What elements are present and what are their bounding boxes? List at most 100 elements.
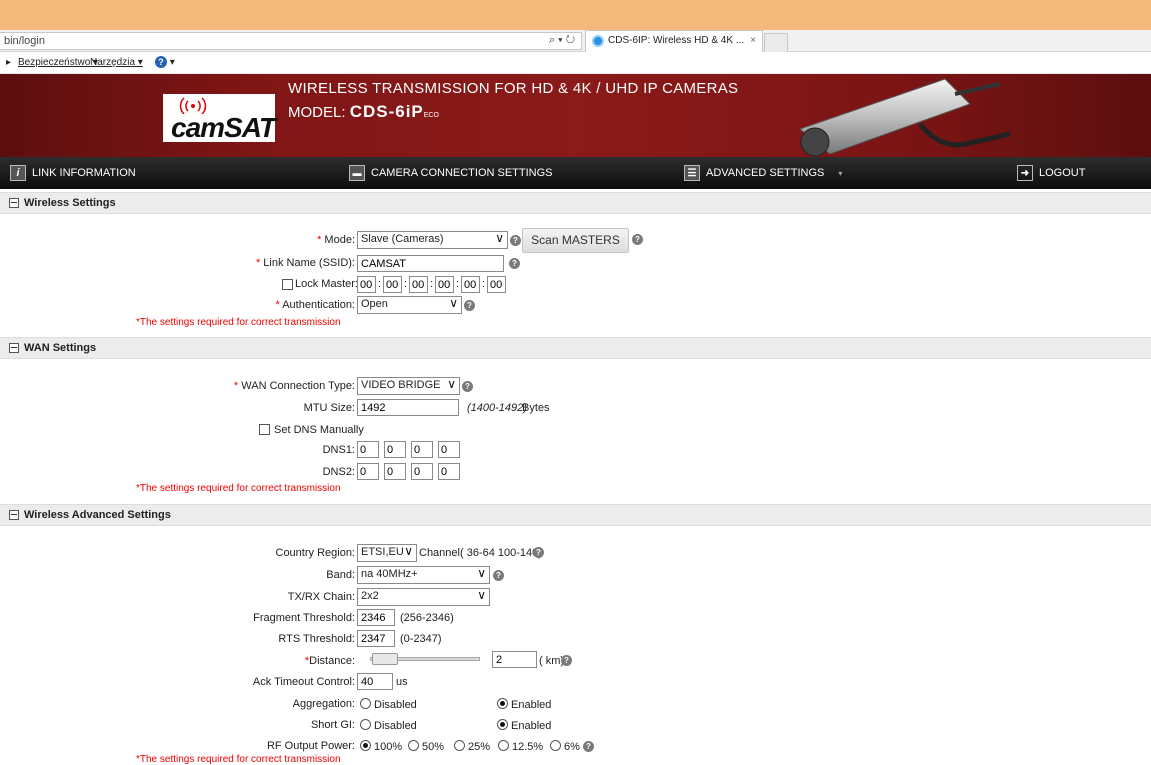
mac-octet-3[interactable]: [409, 276, 428, 293]
address-search-refresh-icon[interactable]: ⌕ ▾ ↻: [549, 34, 575, 47]
browser-toolbar: bin/login ⌕ ▾ ↻: [0, 30, 1151, 52]
mac-octet-1[interactable]: [357, 276, 376, 293]
help-icon[interactable]: ?: [632, 234, 643, 245]
help-icon[interactable]: ?: [583, 741, 594, 752]
wan-type-select[interactable]: VIDEO BRIDGE ∨: [357, 377, 460, 395]
ssid-input[interactable]: [357, 255, 504, 272]
rf-6-radio[interactable]: [550, 740, 561, 751]
mac-octet-6[interactable]: [487, 276, 506, 293]
mac-octet-5[interactable]: [461, 276, 480, 293]
menu-tools[interactable]: Narzędzia ▾: [90, 57, 143, 68]
nav-logout[interactable]: ➜ LOGOUT: [1017, 165, 1085, 181]
wireless-advanced-header[interactable]: Wireless Advanced Settings: [0, 504, 1151, 526]
dns2-octet-3[interactable]: [411, 463, 433, 480]
nav-link-information[interactable]: i LINK INFORMATION: [10, 165, 136, 181]
chevron-down-icon: ∨: [477, 588, 486, 602]
distance-slider-handle[interactable]: [372, 653, 399, 665]
channel-text: Channel( 36-64 100-140): [419, 547, 542, 559]
collapse-icon[interactable]: [9, 510, 19, 520]
dns1-octet-1[interactable]: [357, 441, 379, 458]
dns2-label: DNS2:: [322, 466, 355, 478]
help-icon[interactable]: ?: [510, 235, 521, 246]
menu-security[interactable]: Bezpieczeństwo ▾: [18, 57, 98, 68]
browser-tab-active[interactable]: CDS-6IP: Wireless HD & 4K ... ×: [585, 30, 763, 52]
new-tab-button[interactable]: [764, 33, 788, 52]
section-title: WAN Settings: [24, 342, 97, 354]
wireless-settings-header[interactable]: Wireless Settings: [0, 192, 1151, 214]
mode-select[interactable]: Slave (Cameras) ∨: [357, 231, 508, 249]
nav-advanced-settings[interactable]: ☰ ADVANCED SETTINGS ▾: [684, 165, 842, 181]
band-select[interactable]: na 40MHz+ ∨: [357, 566, 490, 584]
mtu-unit: Bytes: [522, 402, 550, 414]
help-menu[interactable]: ? ▾: [155, 56, 175, 68]
camsat-logo: camSAT: [163, 94, 276, 143]
wan-settings-header[interactable]: WAN Settings: [0, 337, 1151, 359]
rts-label: RTS Threshold:: [278, 633, 355, 645]
collapse-icon[interactable]: [9, 198, 19, 208]
mtu-range: (1400-1492): [467, 402, 527, 414]
nav-label: CAMERA CONNECTION SETTINGS: [371, 167, 553, 179]
aggregation-disabled-radio[interactable]: [360, 698, 371, 709]
short-gi-disabled-radio[interactable]: [360, 719, 371, 730]
separator: :: [378, 278, 382, 290]
chain-label: TX/RX Chain:: [287, 591, 355, 603]
dns1-octet-4[interactable]: [438, 441, 460, 458]
nav-label: ADVANCED SETTINGS: [706, 167, 825, 179]
rts-input[interactable]: [357, 630, 395, 647]
mac-octet-2[interactable]: [383, 276, 402, 293]
address-bar[interactable]: bin/login ⌕ ▾ ↻: [0, 32, 582, 50]
required-note: *The settings required for correct trans…: [136, 754, 341, 765]
help-icon[interactable]: ?: [509, 258, 520, 269]
set-dns-checkbox[interactable]: [259, 424, 270, 435]
aggregation-enabled-radio[interactable]: [497, 698, 508, 709]
rf-100-radio[interactable]: [360, 740, 371, 751]
radio-label: 25%: [468, 741, 491, 753]
mtu-label: MTU Size:: [303, 402, 355, 414]
country-select[interactable]: ETSI,EU ∨: [357, 544, 417, 562]
fragment-input[interactable]: [357, 609, 395, 626]
nav-camera-connection[interactable]: ▬ CAMERA CONNECTION SETTINGS: [349, 165, 553, 181]
chevron-down-icon: ∨: [447, 377, 456, 391]
separator: :: [456, 278, 460, 290]
section-title: Wireless Advanced Settings: [24, 509, 171, 521]
radio-label: 50%: [422, 741, 445, 753]
help-icon[interactable]: ?: [561, 655, 572, 666]
separator: :: [482, 278, 486, 290]
mtu-input[interactable]: [357, 399, 459, 416]
chevron-down-icon: ∨: [404, 544, 413, 558]
fragment-label: Fragment Threshold:: [253, 612, 355, 624]
help-icon[interactable]: ?: [493, 570, 504, 581]
rf-25-radio[interactable]: [454, 740, 465, 751]
ssid-label: * Link Name (SSID):: [255, 257, 355, 269]
dns2-octet-4[interactable]: [438, 463, 460, 480]
dns1-label: DNS1:: [322, 444, 355, 456]
nav-label: LINK INFORMATION: [32, 167, 136, 179]
help-icon[interactable]: ?: [464, 300, 475, 311]
chain-select[interactable]: 2x2 ∨: [357, 588, 490, 606]
menu-caret-icon: ▸: [6, 57, 12, 68]
radio-label: Enabled: [511, 720, 552, 732]
help-icon[interactable]: ?: [462, 381, 473, 392]
lock-master-checkbox[interactable]: [282, 279, 293, 290]
close-tab-icon[interactable]: ×: [750, 35, 756, 46]
dns1-octet-2[interactable]: [384, 441, 406, 458]
dns2-octet-1[interactable]: [357, 463, 379, 480]
rf-12-5-radio[interactable]: [498, 740, 509, 751]
ack-input[interactable]: [357, 673, 393, 690]
distance-input[interactable]: [492, 651, 537, 668]
dns2-octet-2[interactable]: [384, 463, 406, 480]
band-value: na 40MHz+: [361, 568, 418, 580]
rf-50-radio[interactable]: [408, 740, 419, 751]
tab-title: CDS-6IP: Wireless HD & 4K ...: [608, 35, 745, 46]
mac-octet-4[interactable]: [435, 276, 454, 293]
scan-masters-button[interactable]: Scan MASTERS: [522, 228, 629, 253]
chevron-down-icon: ∨: [495, 231, 504, 245]
collapse-icon[interactable]: [9, 343, 19, 353]
auth-select[interactable]: Open ∨: [357, 296, 462, 314]
chevron-down-icon: ∨: [477, 566, 486, 580]
short-gi-enabled-radio[interactable]: [497, 719, 508, 730]
lock-master-label: Lock Master:: [295, 278, 358, 290]
help-icon[interactable]: ?: [533, 547, 544, 558]
auth-label: * Authentication:: [275, 299, 355, 311]
dns1-octet-3[interactable]: [411, 441, 433, 458]
